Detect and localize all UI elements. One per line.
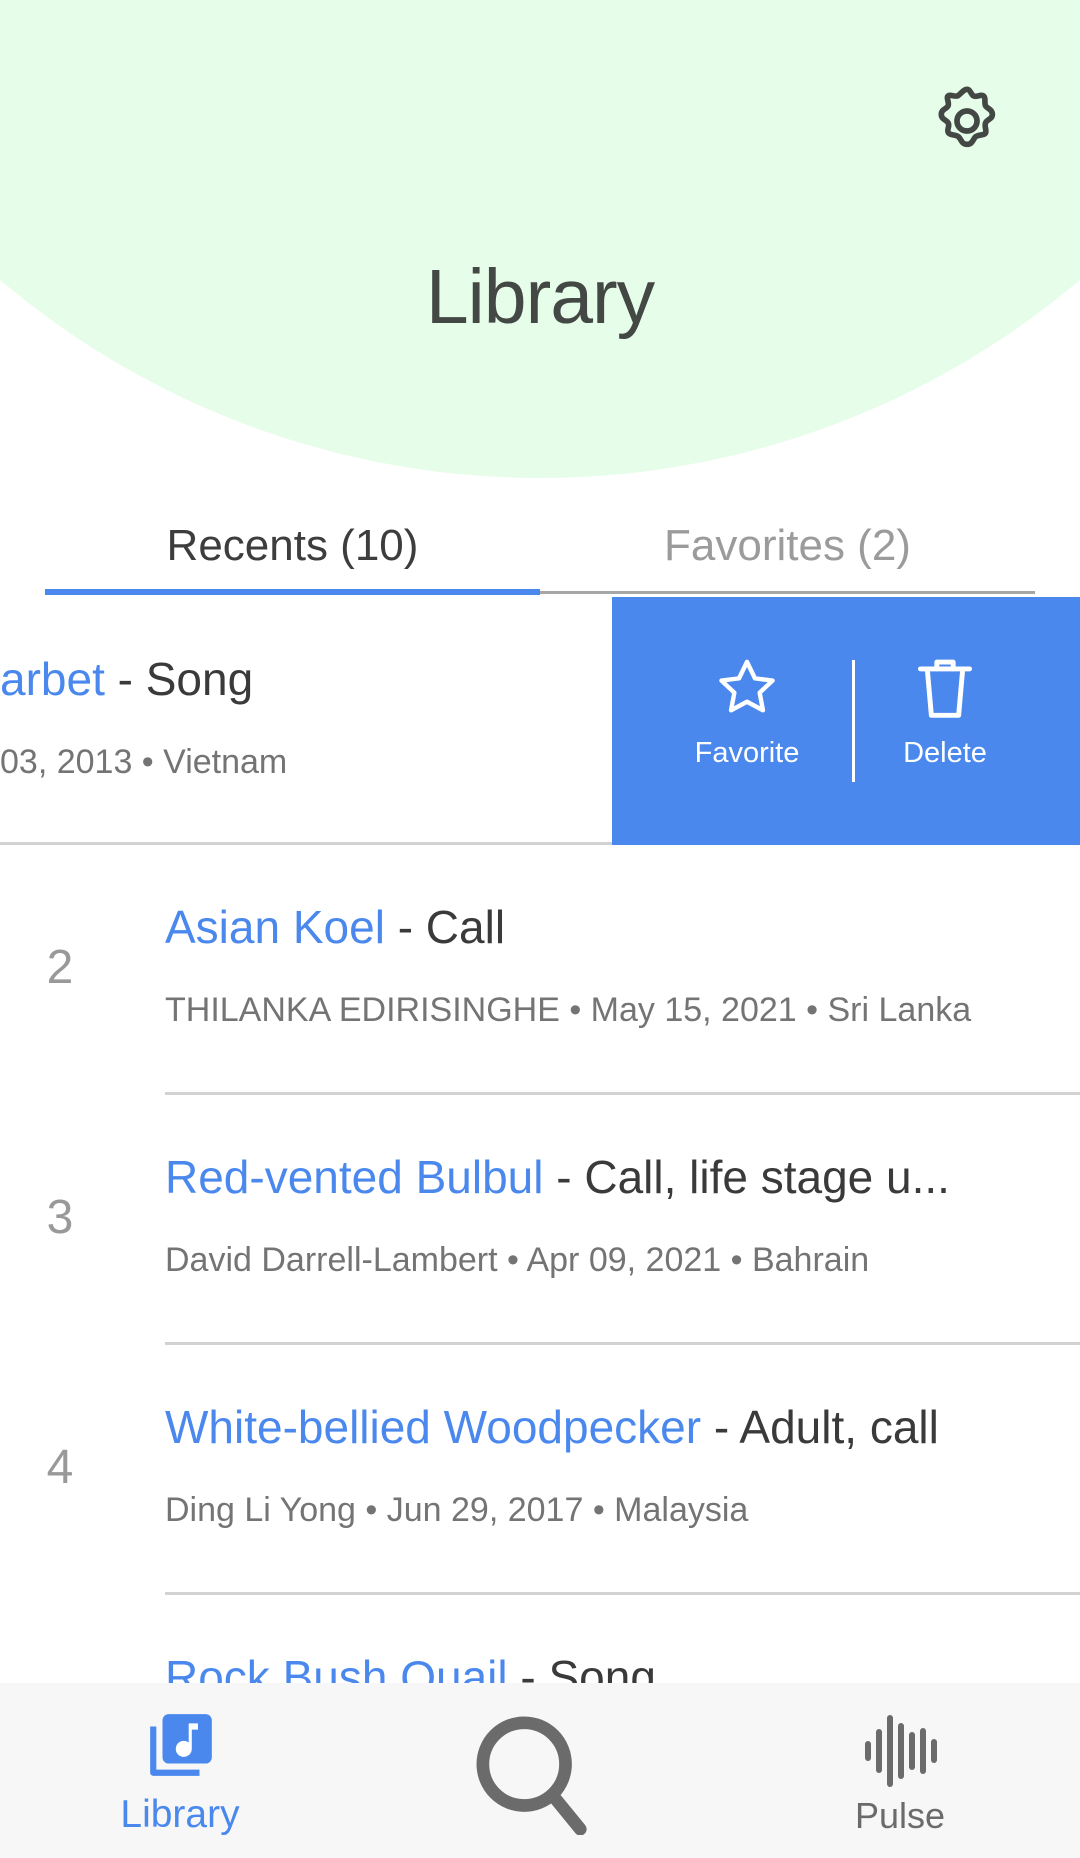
search-icon xyxy=(476,1716,587,1835)
swipe-actions: Favorite Delete xyxy=(612,597,1080,845)
country: Sri Lanka xyxy=(827,991,972,1029)
separator: • xyxy=(559,991,591,1029)
separator: • xyxy=(796,991,828,1029)
library-music-icon xyxy=(150,1714,212,1776)
recordist: THILANKA EDIRISINGHE xyxy=(165,991,560,1029)
recordist: Ding Li Yong xyxy=(165,1491,356,1529)
delete-label: Delete xyxy=(903,737,987,769)
separator: • xyxy=(355,1491,387,1529)
separator: • xyxy=(497,1241,527,1279)
recording-type: - Adult, call xyxy=(701,1401,939,1453)
recording-date: Jun 29, 2017 xyxy=(386,1491,584,1529)
row-index: 4 xyxy=(46,1441,74,1494)
list-item[interactable]: 5 Rock Bush Quail - Song xyxy=(0,1595,1080,1683)
recording-type: - Song xyxy=(104,653,254,705)
separator: • xyxy=(721,1241,752,1279)
recording-type: - Call xyxy=(384,901,506,953)
row-subtitle: David Darrell-Lambert • Apr 09, 2021 • B… xyxy=(165,1241,869,1280)
species-name[interactable]: Rock Bush Quail xyxy=(165,1651,508,1683)
nav-pulse[interactable]: Pulse xyxy=(780,1683,1020,1858)
bottom-navigation: Library Pulse xyxy=(0,1683,1080,1858)
recording-type: - Song xyxy=(507,1651,656,1683)
recordist: David Darrell-Lambert xyxy=(165,1241,498,1279)
settings-button[interactable] xyxy=(924,78,1010,164)
row-subtitle: THILANKA EDIRISINGHE • May 15, 2021 • Sr… xyxy=(165,991,971,1030)
recording-date: Apr 09, 2021 xyxy=(526,1241,722,1279)
recording-type: - Call, life stage u... xyxy=(543,1151,950,1203)
row-title: Red-vented Bulbul - Call, life stage u..… xyxy=(165,1150,1040,1204)
nav-library[interactable]: Library xyxy=(60,1683,300,1858)
swiped-row-content[interactable]: arbet - Song 03, 2013 • Vietnam xyxy=(0,597,612,845)
tab-bar: Recents (10) Favorites (2) xyxy=(45,500,1035,596)
separator: • xyxy=(583,1491,615,1529)
header-background xyxy=(0,0,1080,478)
pulse-waveform-icon xyxy=(865,1715,937,1787)
delete-button[interactable]: Delete xyxy=(845,597,1045,845)
nav-search[interactable] xyxy=(420,1683,660,1858)
active-tab-indicator xyxy=(45,589,540,595)
tab-favorites[interactable]: Favorites (2) xyxy=(540,500,1035,592)
page-title: Library xyxy=(425,254,655,340)
gear-icon xyxy=(938,86,996,148)
species-name[interactable]: Red-vented Bulbul xyxy=(165,1151,543,1203)
nav-pulse-label: Pulse xyxy=(854,1795,946,1836)
row-subtitle: 03, 2013 • Vietnam xyxy=(0,743,288,781)
tab-divider-line xyxy=(540,591,1035,594)
list-item[interactable]: 2 Asian Koel - Call THILANKA EDIRISINGHE… xyxy=(0,845,1080,1095)
row-subtitle: Ding Li Yong • Jun 29, 2017 • Malaysia xyxy=(165,1491,748,1530)
row-index: 2 xyxy=(46,941,74,994)
country: Malaysia xyxy=(614,1491,749,1529)
species-name[interactable]: Asian Koel xyxy=(165,901,385,953)
row-title: arbet - Song xyxy=(0,652,253,706)
recordings-list: arbet - Song 03, 2013 • Vietnam Favorite… xyxy=(0,597,1080,1683)
list-item-swiped[interactable]: arbet - Song 03, 2013 • Vietnam Favorite… xyxy=(0,597,1080,845)
list-item[interactable]: 4 White-bellied Woodpecker - Adult, call… xyxy=(0,1345,1080,1595)
row-index: 3 xyxy=(46,1191,74,1244)
species-name[interactable]: White-bellied Woodpecker xyxy=(165,1401,701,1453)
favorite-label: Favorite xyxy=(694,737,800,769)
favorite-button[interactable]: Favorite xyxy=(647,597,847,845)
recording-date: May 15, 2021 xyxy=(590,991,797,1029)
nav-library-label: Library xyxy=(120,1793,240,1836)
species-name-clipped[interactable]: arbet xyxy=(0,653,105,705)
trash-icon xyxy=(918,659,972,718)
list-item[interactable]: 3 Red-vented Bulbul - Call, life stage u… xyxy=(0,1095,1080,1345)
row-title: Asian Koel - Call xyxy=(165,900,1040,954)
star-icon xyxy=(719,659,775,713)
country: Bahrain xyxy=(751,1241,870,1279)
tab-recents[interactable]: Recents (10) xyxy=(45,500,540,592)
row-title: Rock Bush Quail - Song xyxy=(165,1650,1040,1683)
row-title: White-bellied Woodpecker - Adult, call xyxy=(165,1400,1040,1454)
